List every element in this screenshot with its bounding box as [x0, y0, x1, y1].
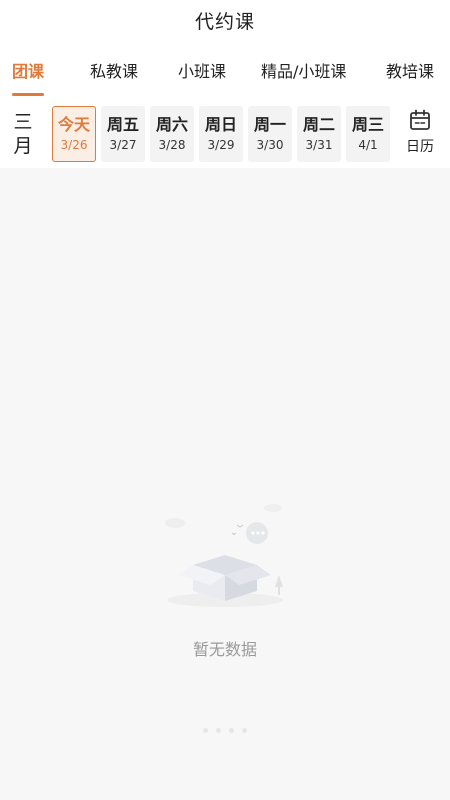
course-type-tabs: 团课 私教课 小班课 精品/小班课 教培课 — [0, 48, 450, 96]
calendar-label: 日历 — [406, 139, 434, 155]
page-indicator — [0, 728, 450, 738]
indicator-dot — [229, 728, 234, 733]
page-title: 代约课 — [194, 10, 255, 33]
day-sat[interactable]: 周六 3/28 — [150, 106, 194, 162]
day-today[interactable]: 今天 3/26 — [52, 106, 96, 162]
month-label: 三月 — [13, 111, 33, 157]
day-weekday: 周一 — [253, 115, 286, 134]
day-weekday: 周二 — [302, 115, 335, 134]
day-date: 3/27 — [109, 138, 137, 152]
day-wed[interactable]: 周三 4/1 — [346, 106, 390, 162]
indicator-dot — [203, 728, 208, 733]
day-date: 3/31 — [305, 138, 333, 152]
tab-label: 小班课 — [178, 62, 227, 81]
day-fri[interactable]: 周五 3/27 — [101, 106, 145, 162]
tab-small-class[interactable]: 小班课 — [178, 58, 226, 88]
day-weekday: 周三 — [351, 115, 384, 134]
calendar-button[interactable]: 日历 — [400, 108, 440, 164]
day-weekday: 今天 — [57, 115, 90, 134]
day-date: 3/28 — [158, 138, 186, 152]
tab-training-class[interactable]: 教培课 — [386, 58, 434, 88]
tab-premium-small-class[interactable]: 精品/小班课 — [261, 58, 346, 88]
tab-label: 精品/小班课 — [261, 62, 347, 81]
tab-label: 私教课 — [90, 62, 139, 81]
day-weekday: 周五 — [106, 115, 139, 134]
day-date: 3/30 — [256, 138, 284, 152]
day-weekday: 周日 — [204, 115, 237, 134]
app-header: 代约课 — [0, 0, 450, 40]
empty-state-text: 暂无数据 — [192, 640, 257, 659]
tab-label: 团课 — [12, 62, 45, 81]
course-list-area: 暂无数据 — [0, 168, 450, 800]
tab-label: 教培课 — [386, 62, 435, 81]
indicator-dot — [242, 728, 247, 733]
indicator-dot — [216, 728, 221, 733]
day-weekday: 周六 — [155, 115, 188, 134]
day-date: 3/26 — [60, 138, 88, 152]
date-selector: 三月 今天 3/26 周五 3/27 周六 3/28 周日 3/29 周一 3/… — [0, 100, 450, 168]
calendar-icon — [410, 109, 430, 130]
day-sun[interactable]: 周日 3/29 — [199, 106, 243, 162]
day-date: 3/29 — [207, 138, 235, 152]
day-date: 4/1 — [358, 138, 378, 152]
tab-private-class[interactable]: 私教课 — [90, 58, 138, 88]
empty-box-icon — [165, 504, 283, 607]
day-mon[interactable]: 周一 3/30 — [248, 106, 292, 162]
active-tab-indicator — [12, 93, 45, 96]
day-tue[interactable]: 周二 3/31 — [297, 106, 341, 162]
tab-group-class[interactable]: 团课 — [12, 58, 45, 96]
